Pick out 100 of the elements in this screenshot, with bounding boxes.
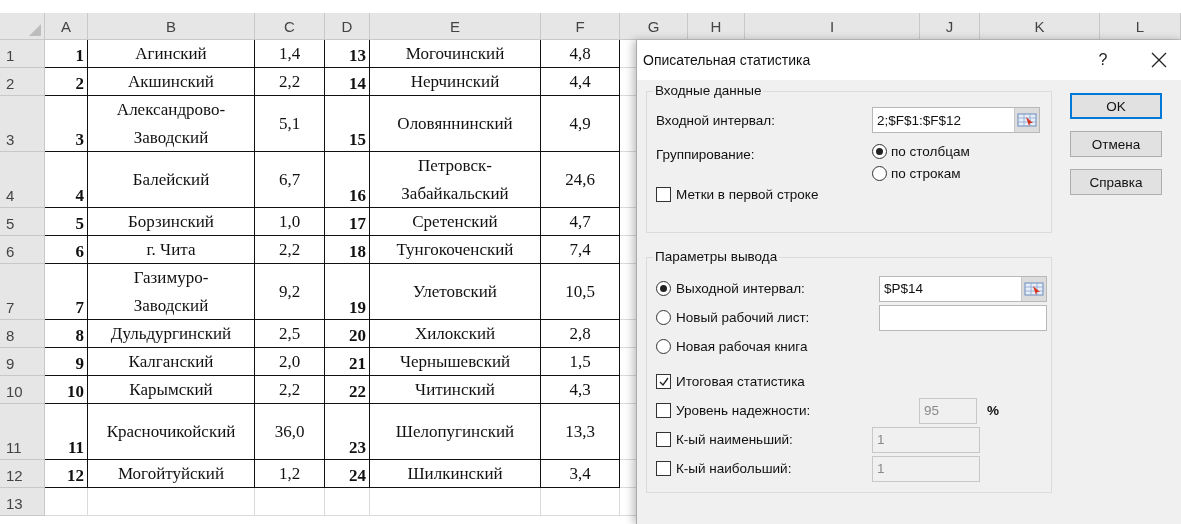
row-header[interactable]: 11 xyxy=(0,404,45,460)
table-cell: 1,4 xyxy=(255,40,325,68)
table-cell: Тунгокоченский xyxy=(370,236,541,264)
row-header[interactable]: 6 xyxy=(0,236,45,264)
radio-button[interactable] xyxy=(656,310,671,325)
table-cell: 1,5 xyxy=(541,348,620,376)
column-header[interactable]: A xyxy=(45,13,88,40)
column-header[interactable]: F xyxy=(541,13,620,40)
table-cell: Агинский xyxy=(88,40,255,68)
dialog-title: Описательная статистика xyxy=(643,52,812,68)
table-cell: 21 xyxy=(325,348,370,376)
table-cell: 24 xyxy=(325,460,370,488)
table-cell: 3,4 xyxy=(541,460,620,488)
column-header[interactable]: E xyxy=(370,13,541,40)
table-cell: 10 xyxy=(45,376,88,404)
dialog-button[interactable]: Отмена xyxy=(1070,131,1162,157)
row-header[interactable]: 1 xyxy=(0,40,45,68)
row-header[interactable]: 4 xyxy=(0,152,45,208)
radio-button[interactable] xyxy=(872,144,887,159)
column-header[interactable]: G xyxy=(620,13,688,40)
row-header[interactable]: 12 xyxy=(0,460,45,488)
column-header[interactable]: J xyxy=(920,13,980,40)
row-header[interactable]: 5 xyxy=(0,208,45,236)
table-cell: Дульдургинский xyxy=(88,320,255,348)
table-cell: 17 xyxy=(325,208,370,236)
row-header[interactable]: 7 xyxy=(0,264,45,320)
table-cell: г. Чита xyxy=(88,236,255,264)
table-cell: 2,2 xyxy=(255,236,325,264)
column-header[interactable]: C xyxy=(255,13,325,40)
row-header[interactable]: 9 xyxy=(0,348,45,376)
radio-button[interactable] xyxy=(872,166,887,181)
column-header[interactable]: H xyxy=(688,13,745,40)
radio-button[interactable] xyxy=(656,339,671,354)
table-cell: Чернышевский xyxy=(370,348,541,376)
range-picker-icon[interactable] xyxy=(1021,276,1046,301)
corner-triangle-icon xyxy=(29,24,41,36)
table-cell: 15 xyxy=(325,96,370,152)
row-header[interactable]: 10 xyxy=(0,376,45,404)
row-header[interactable]: 3 xyxy=(0,96,45,152)
range-field[interactable]: 2;$F$1:$F$12 xyxy=(872,107,1040,133)
radio-label: Выходной интервал: xyxy=(676,281,805,296)
table-cell: Могочинский xyxy=(370,40,541,68)
checkbox-label: Метки в первой строке xyxy=(676,187,819,202)
table-cell: Борзинский xyxy=(88,208,255,236)
radio-button[interactable] xyxy=(656,281,671,296)
table-cell: 2,0 xyxy=(255,348,325,376)
text-field[interactable]: $P$14 xyxy=(879,275,1047,302)
group-legend: Параметры вывода xyxy=(653,249,780,264)
row-header[interactable]: 8 xyxy=(0,320,45,348)
table-cell: 4,4 xyxy=(541,68,620,96)
table-cell: 2,2 xyxy=(255,68,325,96)
radio-option[interactable]: по столбцам xyxy=(872,144,970,159)
column-header[interactable]: K xyxy=(980,13,1100,40)
table-cell: Шелопугинский xyxy=(370,404,541,460)
checkbox-label: К-ый наибольший: xyxy=(676,461,792,476)
dialog-button[interactable]: OK xyxy=(1070,93,1162,119)
empty-cell xyxy=(325,488,370,516)
range-picker-icon[interactable] xyxy=(1014,108,1039,132)
row-header[interactable]: 13 xyxy=(0,488,45,516)
text-field[interactable] xyxy=(879,304,1047,331)
table-cell: 12 xyxy=(45,460,88,488)
table-cell: Улетовский xyxy=(370,264,541,320)
checkbox[interactable] xyxy=(656,187,671,202)
radio-option[interactable]: по строкам xyxy=(872,166,970,181)
row-header[interactable]: 2 xyxy=(0,68,45,96)
checkbox[interactable] xyxy=(656,374,671,389)
column-header[interactable]: B xyxy=(88,13,255,40)
table-cell: 4,7 xyxy=(541,208,620,236)
table-cell: 20 xyxy=(325,320,370,348)
column-header[interactable]: L xyxy=(1100,13,1181,40)
table-cell: 5 xyxy=(45,208,88,236)
table-cell: 5,1 xyxy=(255,96,325,152)
table-cell: 4,8 xyxy=(541,40,620,68)
table-cell: 2,2 xyxy=(255,376,325,404)
table-cell: 2,8 xyxy=(541,320,620,348)
table-cell: Могойтуйский xyxy=(88,460,255,488)
table-cell: 6,7 xyxy=(255,152,325,208)
table-cell: 14 xyxy=(325,68,370,96)
table-cell: 16 xyxy=(325,152,370,208)
table-cell: Нерчинский xyxy=(370,68,541,96)
help-button[interactable]: ? xyxy=(1080,40,1126,80)
table-cell: 22 xyxy=(325,376,370,404)
checkbox[interactable] xyxy=(656,432,671,447)
checkbox-label: Уровень надежности: xyxy=(676,403,811,418)
checkbox[interactable] xyxy=(656,461,671,476)
table-cell: Оловяннинский xyxy=(370,96,541,152)
table-cell: 7 xyxy=(45,264,88,320)
table-cell: Петровск-Забайкальский xyxy=(370,152,541,208)
table-cell: Калганский xyxy=(88,348,255,376)
table-cell: Красночикойский xyxy=(88,404,255,460)
table-cell: 9,2 xyxy=(255,264,325,320)
column-header[interactable]: D xyxy=(325,13,370,40)
dialog-button[interactable]: Справка xyxy=(1070,169,1162,195)
table-cell: 7,4 xyxy=(541,236,620,264)
checkbox-label: К-ый наименьший: xyxy=(676,432,793,447)
table-cell: 36,0 xyxy=(255,404,325,460)
table-cell: 1,2 xyxy=(255,460,325,488)
column-header[interactable]: I xyxy=(745,13,920,40)
checkbox[interactable] xyxy=(656,403,671,418)
table-cell: 1 xyxy=(45,40,88,68)
